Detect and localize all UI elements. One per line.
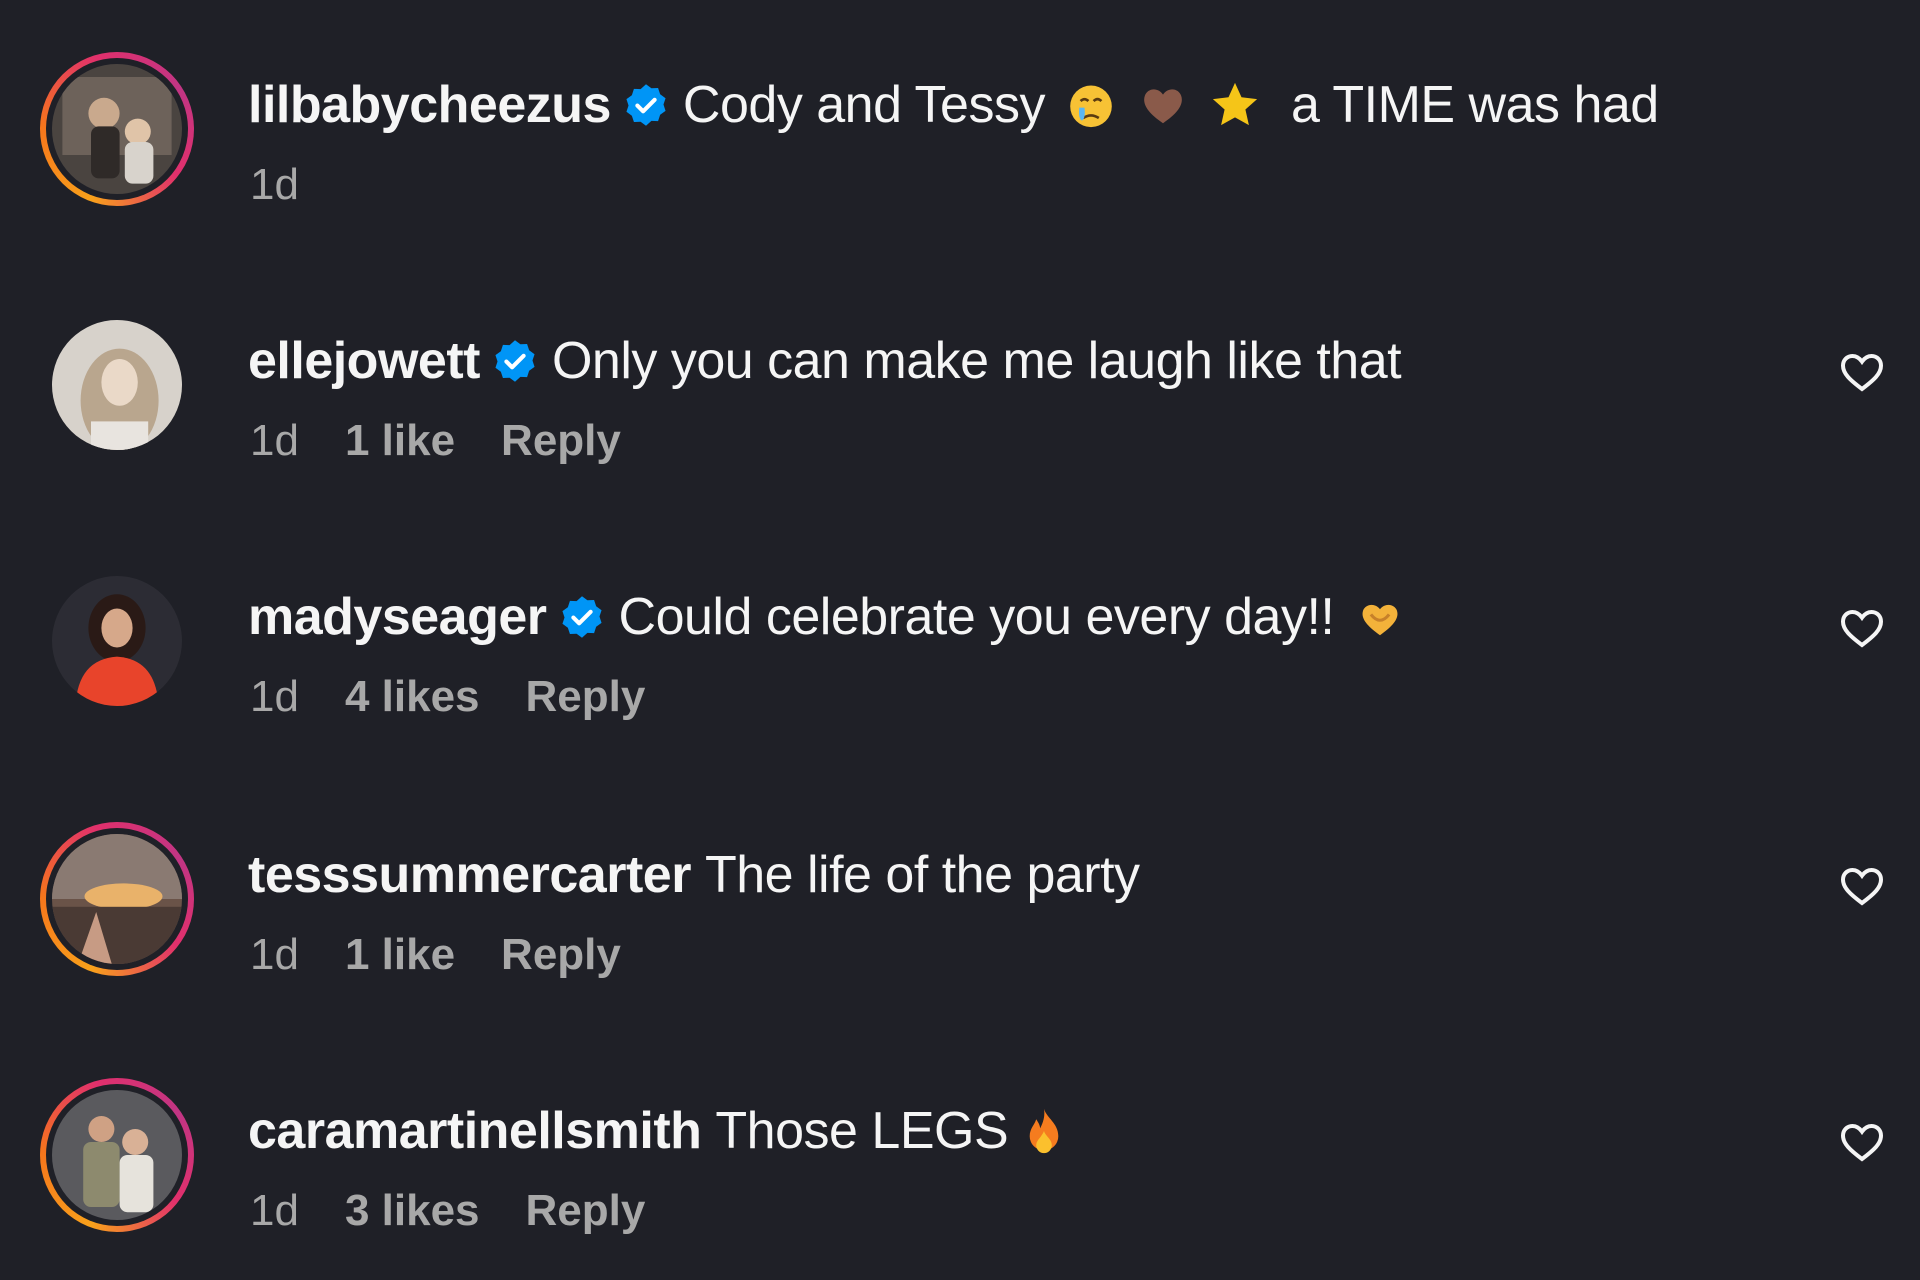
avatar bbox=[52, 64, 182, 194]
likes-count-link[interactable]: 1 like bbox=[345, 930, 455, 980]
comment-item: ellejowett Only you can make me laugh li… bbox=[0, 256, 1920, 465]
verified-badge-icon bbox=[559, 594, 605, 640]
comment-item: lilbabycheezus Cody and Tessy a TIME was… bbox=[0, 0, 1920, 209]
avatar-story-ring[interactable] bbox=[40, 1078, 194, 1232]
fire-emoji bbox=[1018, 1105, 1070, 1157]
reply-button[interactable]: Reply bbox=[526, 672, 646, 722]
verified-badge-icon bbox=[623, 82, 669, 128]
likes-count-link[interactable]: 1 like bbox=[345, 416, 455, 466]
comment-text: Only you can make me laugh like that bbox=[551, 332, 1402, 390]
comments-list: lilbabycheezus Cody and Tessy a TIME was… bbox=[0, 0, 1920, 1280]
username-link[interactable]: lilbabycheezus bbox=[248, 75, 611, 135]
comment-text-continued: a TIME was had bbox=[1290, 76, 1659, 134]
avatar bbox=[52, 834, 182, 964]
comment-text: The life of the party bbox=[704, 846, 1140, 904]
comment-text: Could celebrate you every day!! bbox=[618, 588, 1335, 646]
verified-badge-icon bbox=[492, 338, 538, 384]
likes-count-link[interactable]: 4 likes bbox=[345, 672, 480, 722]
comment-item: caramartinellsmith Those LEGS 1d 3 likes… bbox=[0, 1026, 1920, 1235]
comment-timestamp: 1d bbox=[250, 1186, 299, 1235]
avatar-wrapper[interactable] bbox=[40, 308, 194, 462]
avatar-story-ring[interactable] bbox=[40, 822, 194, 976]
star-emoji bbox=[1209, 79, 1261, 131]
comment-timestamp: 1d bbox=[250, 416, 299, 465]
likes-count-link[interactable]: 3 likes bbox=[345, 1186, 480, 1236]
avatar-story-ring[interactable] bbox=[40, 52, 194, 206]
avatar bbox=[52, 1090, 182, 1220]
comment-text: Cody and Tessy bbox=[682, 76, 1046, 134]
comment-timestamp: 1d bbox=[250, 160, 299, 209]
avatar bbox=[52, 320, 182, 450]
comment-item: tesssummercarter The life of the party 1… bbox=[0, 770, 1920, 979]
like-heart-icon[interactable] bbox=[1838, 862, 1886, 910]
username-link[interactable]: ellejowett bbox=[248, 331, 480, 391]
reply-button[interactable]: Reply bbox=[501, 930, 621, 980]
like-heart-icon[interactable] bbox=[1838, 604, 1886, 652]
brown-heart-emoji bbox=[1137, 79, 1189, 131]
crying-face-emoji bbox=[1065, 79, 1117, 131]
reply-button[interactable]: Reply bbox=[501, 416, 621, 466]
like-heart-icon[interactable] bbox=[1838, 348, 1886, 396]
comment-timestamp: 1d bbox=[250, 672, 299, 721]
avatar bbox=[52, 576, 182, 706]
username-link[interactable]: madyseager bbox=[248, 587, 547, 647]
heart-hands-emoji bbox=[1354, 591, 1406, 643]
reply-button[interactable]: Reply bbox=[526, 1186, 646, 1236]
avatar-wrapper[interactable] bbox=[40, 564, 194, 718]
comment-text: Those LEGS bbox=[715, 1102, 1009, 1160]
username-link[interactable]: tesssummercarter bbox=[248, 845, 691, 905]
username-link[interactable]: caramartinellsmith bbox=[248, 1101, 702, 1161]
comment-item: madyseager Could celebrate you every day… bbox=[0, 512, 1920, 721]
comment-timestamp: 1d bbox=[250, 930, 299, 979]
like-heart-icon[interactable] bbox=[1838, 1118, 1886, 1166]
